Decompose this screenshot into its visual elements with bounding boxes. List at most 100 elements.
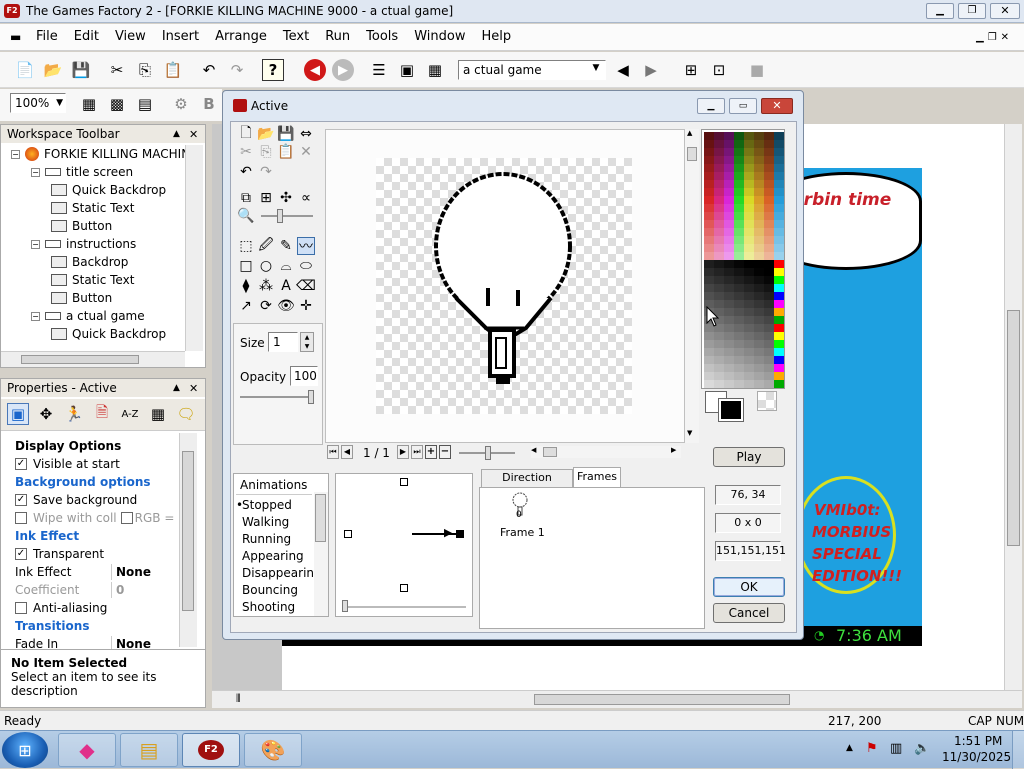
palette-swatch[interactable] — [704, 260, 714, 268]
palette-swatch[interactable] — [734, 340, 744, 348]
remove-frame-icon[interactable]: − — [439, 445, 451, 459]
palette-swatch[interactable] — [704, 380, 714, 388]
palette-swatch[interactable] — [734, 348, 744, 356]
palette-swatch[interactable] — [714, 356, 724, 364]
palette-swatch[interactable] — [734, 308, 744, 316]
palette-swatch[interactable] — [704, 372, 714, 380]
palette-swatch[interactable] — [704, 164, 714, 172]
rectangle-icon[interactable]: □ — [237, 257, 255, 275]
close-button[interactable]: ✕ — [990, 3, 1020, 19]
palette-swatch[interactable] — [774, 260, 784, 268]
select-rect-icon[interactable]: ⬚ — [237, 237, 255, 255]
palette-swatch[interactable] — [774, 364, 784, 372]
palette-swatch[interactable] — [764, 252, 774, 260]
palette-swatch[interactable] — [724, 356, 734, 364]
palette-swatch[interactable] — [764, 156, 774, 164]
expander-minus-icon[interactable]: − — [31, 167, 40, 177]
next-frame-icon[interactable]: ▶ — [397, 445, 409, 459]
direction-handle-left[interactable] — [344, 530, 352, 538]
checkbox[interactable] — [15, 512, 27, 524]
storyboard-icon[interactable]: ☰ — [368, 59, 390, 81]
palette-swatch[interactable] — [724, 276, 734, 284]
redo-icon[interactable]: ↷ — [257, 163, 275, 181]
pencil-icon[interactable]: ✎ — [277, 237, 295, 255]
tray-time[interactable]: 1:51 PM — [954, 734, 1002, 748]
palette-swatch[interactable] — [734, 204, 744, 212]
palette-swatch[interactable] — [714, 188, 724, 196]
palette-swatch[interactable] — [774, 220, 784, 228]
palette-swatch[interactable] — [734, 252, 744, 260]
workspace-hscroll[interactable] — [1, 351, 185, 367]
palette-swatch[interactable] — [714, 220, 724, 228]
palette-swatch[interactable] — [744, 380, 754, 388]
pin-icon[interactable]: ▲ — [173, 129, 180, 139]
palette-swatch[interactable] — [734, 332, 744, 340]
palette-swatch[interactable] — [774, 172, 784, 180]
palette-swatch[interactable] — [764, 228, 774, 236]
palette-swatch[interactable] — [754, 348, 764, 356]
palette-swatch[interactable] — [754, 276, 764, 284]
shape-icon[interactable]: ⬭ — [297, 257, 315, 275]
palette-swatch[interactable] — [704, 188, 714, 196]
palette-swatch[interactable] — [754, 140, 764, 148]
palette-swatch[interactable] — [764, 140, 774, 148]
flip-horizontal-icon[interactable]: ⧉ — [237, 189, 255, 207]
animation-item[interactable]: Walking — [242, 513, 289, 530]
animations-vscroll[interactable] — [314, 492, 328, 616]
palette-swatch[interactable] — [754, 260, 764, 268]
palette-swatch[interactable] — [714, 268, 724, 276]
tree-item[interactable]: − a ctual game — [31, 307, 145, 325]
palette-swatch[interactable] — [734, 180, 744, 188]
palette-swatch[interactable] — [774, 268, 784, 276]
palette-swatch[interactable] — [704, 340, 714, 348]
close-icon[interactable]: ✕ — [189, 382, 198, 395]
palette-swatch[interactable] — [714, 260, 724, 268]
help-icon[interactable]: ? — [262, 59, 284, 81]
palette-swatch[interactable] — [724, 140, 734, 148]
palette-swatch[interactable] — [724, 316, 734, 324]
workspace-vscroll[interactable] — [185, 145, 203, 351]
palette-swatch[interactable] — [744, 228, 754, 236]
palette-swatch[interactable] — [724, 212, 734, 220]
palette-swatch[interactable] — [724, 196, 734, 204]
palette-swatch[interactable] — [774, 324, 784, 332]
undo-icon[interactable]: ↶ — [237, 163, 255, 181]
palette-swatch[interactable] — [744, 148, 754, 156]
zoom-select[interactable]: 100% ▼ — [10, 93, 66, 113]
palette-swatch[interactable] — [744, 372, 754, 380]
palette-swatch[interactable] — [714, 196, 724, 204]
brush-icon[interactable]: 〰 — [297, 237, 315, 255]
palette-swatch[interactable] — [734, 300, 744, 308]
palette-swatch[interactable] — [764, 316, 774, 324]
palette-swatch[interactable] — [764, 348, 774, 356]
palette-swatch[interactable] — [754, 316, 764, 324]
palette-swatch[interactable] — [774, 236, 784, 244]
palette-swatch[interactable] — [754, 148, 764, 156]
cut-icon[interactable]: ✂ — [237, 143, 255, 161]
save-image-icon[interactable]: 💾 — [277, 125, 295, 143]
palette-swatch[interactable] — [764, 308, 774, 316]
palette-swatch[interactable] — [704, 132, 714, 140]
menu-insert[interactable]: Insert — [154, 29, 207, 44]
open-image-icon[interactable]: 📂 — [257, 125, 275, 143]
tree-item[interactable]: Quick Backdrop — [51, 325, 166, 343]
animation-item[interactable]: Running — [242, 530, 291, 547]
display-tab-icon[interactable]: ▣ — [7, 403, 29, 425]
palette-swatch[interactable] — [704, 244, 714, 252]
palette-swatch[interactable] — [774, 204, 784, 212]
ok-button[interactable]: OK — [713, 577, 785, 597]
palette-swatch[interactable] — [724, 260, 734, 268]
start-button[interactable]: ⊞ — [2, 732, 48, 768]
palette-swatch[interactable] — [724, 220, 734, 228]
size-tab-icon[interactable]: ✥ — [35, 403, 57, 425]
palette-swatch[interactable] — [744, 324, 754, 332]
palette-swatch[interactable] — [734, 324, 744, 332]
palette-swatch[interactable] — [724, 364, 734, 372]
save-icon[interactable]: 💾 — [70, 59, 92, 81]
palette-swatch[interactable] — [754, 292, 764, 300]
palette-swatch[interactable] — [734, 236, 744, 244]
prev-frame-icon[interactable]: ◀ — [341, 445, 353, 459]
palette-swatch[interactable] — [714, 292, 724, 300]
palette-swatch[interactable] — [704, 196, 714, 204]
menu-window[interactable]: Window — [406, 29, 473, 44]
